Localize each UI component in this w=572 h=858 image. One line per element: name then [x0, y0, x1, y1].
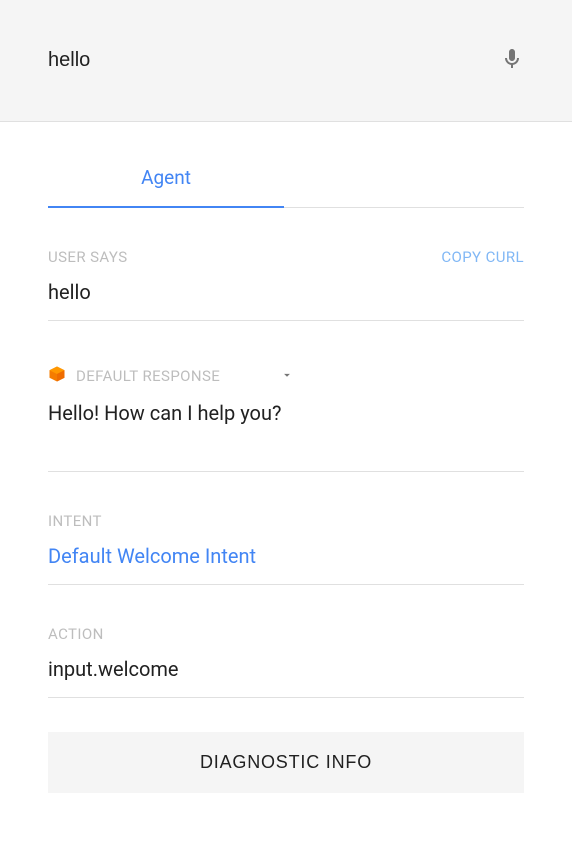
copy-curl-button[interactable]: COPY CURL [441, 248, 524, 266]
tabs: Agent [48, 146, 524, 208]
response-label: DEFAULT RESPONSE [76, 367, 220, 385]
query-input[interactable] [48, 49, 448, 72]
chevron-down-icon[interactable] [220, 367, 294, 386]
response-text: Hello! How can I help you? [48, 401, 524, 472]
user-says-section: USER SAYS COPY CURL hello [48, 208, 524, 321]
diagnostic-info-label: DIAGNOSTIC INFO [200, 752, 372, 772]
intent-link[interactable]: Default Welcome Intent [48, 544, 524, 568]
mic-icon[interactable] [500, 47, 524, 75]
user-says-value: hello [48, 280, 524, 304]
response-section: DEFAULT RESPONSE Hello! How can I help y… [48, 365, 524, 472]
tab-agent-label: Agent [141, 166, 191, 189]
cube-icon [48, 365, 76, 387]
action-label: ACTION [48, 625, 104, 643]
action-value: input.welcome [48, 657, 524, 681]
intent-section: INTENT Default Welcome Intent [48, 472, 524, 585]
action-section: ACTION input.welcome [48, 585, 524, 698]
user-says-label: USER SAYS [48, 248, 128, 266]
tab-agent[interactable]: Agent [48, 146, 284, 207]
intent-label: INTENT [48, 512, 102, 530]
diagnostic-info-button[interactable]: DIAGNOSTIC INFO [48, 732, 524, 793]
query-bar [0, 0, 572, 122]
